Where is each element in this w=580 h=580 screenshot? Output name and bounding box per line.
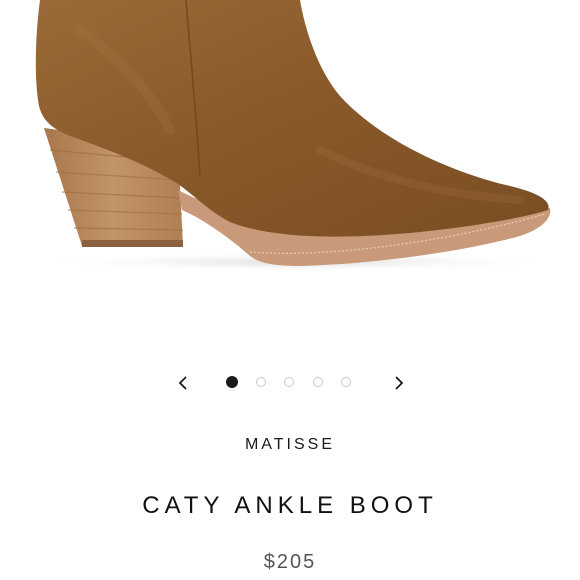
carousel-dot-1[interactable] [226, 376, 238, 388]
image-carousel-nav [170, 370, 410, 396]
product-image [30, 0, 570, 272]
chevron-left-icon[interactable] [170, 370, 196, 396]
carousel-dot-5[interactable] [341, 377, 351, 387]
carousel-dot-3[interactable] [284, 377, 294, 387]
chevron-right-icon[interactable] [386, 370, 412, 396]
brand-name: MATISSE [244, 436, 336, 453]
carousel-dot-2[interactable] [256, 377, 266, 387]
carousel-dot-4[interactable] [313, 377, 323, 387]
product-price: $205 [263, 551, 317, 573]
product-title: CATY ANKLE BOOT [142, 492, 438, 519]
